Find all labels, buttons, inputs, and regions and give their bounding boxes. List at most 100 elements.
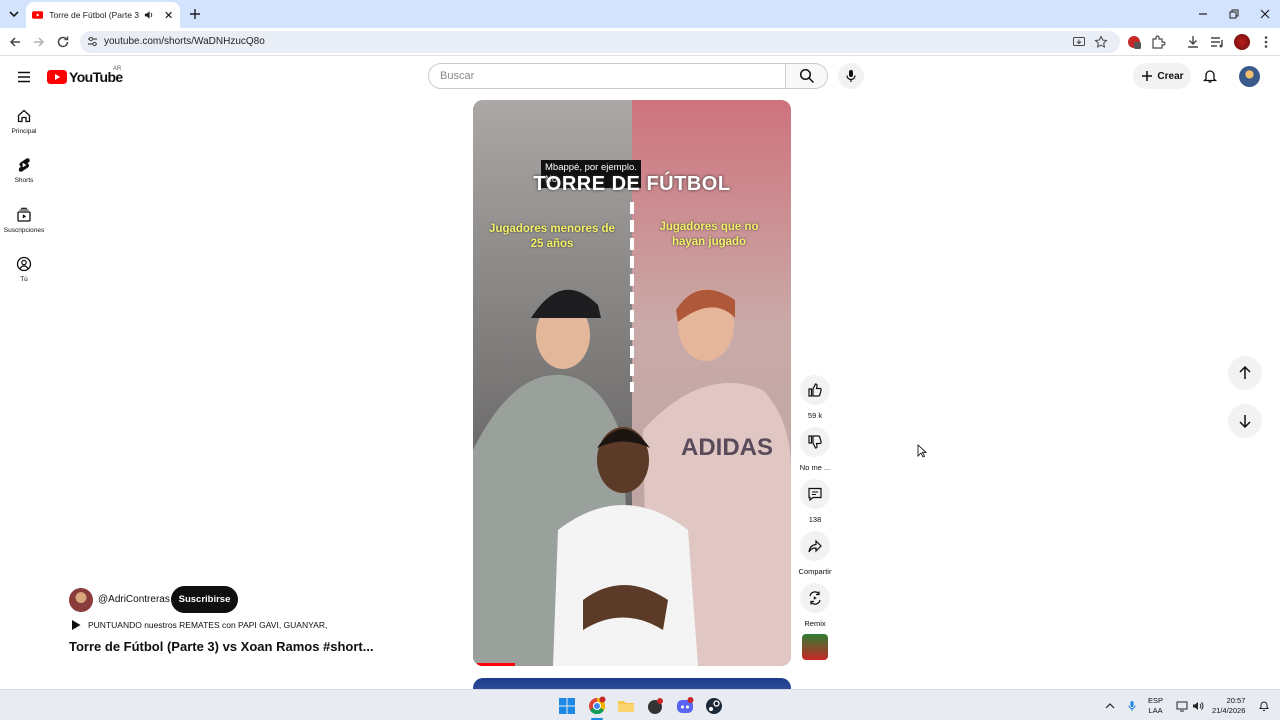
- audio-track-title: PUNTUANDO nuestros REMATES con PAPI GAVI…: [88, 620, 328, 630]
- left-category-label: Jugadores menores de 25 años: [489, 223, 615, 250]
- svg-text:ADIDAS: ADIDAS: [681, 434, 773, 461]
- tab-close-icon[interactable]: [163, 9, 174, 21]
- comments-action[interactable]: 138: [797, 479, 833, 524]
- profile-avatar-icon[interactable]: [1234, 34, 1250, 50]
- sidebar-item-subscriptions[interactable]: Suscripciones: [0, 207, 48, 234]
- forward-icon[interactable]: [31, 34, 47, 50]
- like-action[interactable]: 59 k: [797, 375, 833, 420]
- audio-playing-icon[interactable]: [143, 9, 154, 21]
- comments-count: 138: [808, 515, 822, 524]
- back-icon[interactable]: [7, 34, 23, 50]
- remix-action[interactable]: Remix: [797, 583, 833, 628]
- voice-search-button[interactable]: [838, 63, 864, 89]
- url-text: youtube.com/shorts/WaDNHzucQ8o: [104, 36, 265, 47]
- subscriptions-icon: [17, 207, 31, 222]
- video-overlay-title: TORRE DE FÚTBOL: [533, 173, 731, 195]
- previous-short-button[interactable]: [1228, 356, 1262, 390]
- audio-track-link[interactable]: PUNTUANDO nuestros REMATES con PAPI GAVI…: [70, 619, 327, 631]
- search-input[interactable]: [428, 63, 786, 89]
- arrow-down-icon: [1239, 415, 1251, 429]
- remix-icon: [809, 591, 821, 605]
- extension-red-icon[interactable]: [1126, 34, 1142, 50]
- minimize-icon[interactable]: [1196, 7, 1210, 21]
- create-button[interactable]: Crear: [1133, 63, 1191, 89]
- new-tab-icon[interactable]: [188, 7, 202, 21]
- comment-icon: [808, 487, 822, 502]
- sidebar-item-label: Principal: [11, 128, 37, 135]
- plus-icon: [1142, 71, 1153, 81]
- arrow-up-icon: [1239, 365, 1251, 379]
- thumbs-down-icon: [808, 435, 822, 449]
- share-action[interactable]: Compartir: [797, 531, 833, 576]
- tray-expand-chevron-icon[interactable]: [1104, 700, 1116, 712]
- youtube-play-logo-icon: [47, 70, 67, 84]
- browser-menu-icon[interactable]: [1258, 34, 1274, 50]
- video-people-illustration: ADIDAS: [473, 289, 791, 666]
- tab-title: Torre de Fútbol (Parte 3) vs: [49, 10, 140, 20]
- video-progress-bar[interactable]: [477, 663, 515, 666]
- you-icon: [16, 256, 32, 272]
- play-icon: [72, 620, 81, 630]
- app-dark-icon[interactable]: [645, 696, 665, 716]
- search-icon: [799, 68, 814, 84]
- next-short-button[interactable]: [1228, 404, 1262, 438]
- country-code: AR: [113, 66, 122, 72]
- remix-label: Remix: [804, 619, 826, 628]
- sidebar-item-label: Shorts: [14, 177, 34, 184]
- share-icon: [808, 539, 822, 553]
- mouse-cursor-icon: [917, 444, 927, 458]
- steam-icon[interactable]: [704, 696, 724, 716]
- notifications-bell-icon[interactable]: [1202, 68, 1218, 84]
- sidebar-item-label: Tú: [20, 276, 28, 283]
- short-title[interactable]: Torre de Fútbol (Parte 3) vs Xoan Ramos …: [69, 639, 374, 654]
- install-app-icon[interactable]: [1072, 35, 1086, 49]
- audio-source-thumbnail[interactable]: [802, 634, 828, 660]
- os-taskbar: ESP LAA 20:57 21/4/2026: [0, 689, 1280, 720]
- sidebar-item-you[interactable]: Tú: [0, 256, 48, 283]
- media-control-icon[interactable]: [1209, 34, 1225, 50]
- windows-start-icon[interactable]: [557, 696, 577, 716]
- downloads-icon[interactable]: [1185, 34, 1201, 50]
- sidebar-item-shorts[interactable]: Shorts: [0, 157, 48, 184]
- channel-avatar[interactable]: [69, 588, 93, 612]
- share-label: Compartir: [798, 567, 832, 576]
- network-icon[interactable]: [1176, 700, 1188, 712]
- notification-center-icon[interactable]: [1258, 700, 1270, 712]
- create-label: Crear: [1157, 70, 1184, 82]
- browser-tab-active[interactable]: Torre de Fútbol (Parte 3) vs: [26, 2, 180, 28]
- window-close-icon[interactable]: [1258, 7, 1272, 21]
- chrome-icon[interactable]: [587, 696, 607, 716]
- channel-handle[interactable]: @AdriContreras: [98, 594, 170, 605]
- tab-search-chevron-icon[interactable]: [6, 6, 22, 22]
- subscribe-button[interactable]: Suscribirse: [171, 586, 238, 613]
- thumbs-up-icon: [808, 383, 822, 397]
- youtube-logo[interactable]: YouTube AR: [47, 66, 123, 85]
- keyboard-layout: LAA: [1148, 706, 1163, 715]
- clock-date: 21/4/2026: [1212, 706, 1246, 715]
- volume-icon[interactable]: [1192, 700, 1204, 712]
- input-language-indicator[interactable]: ESP LAA: [1148, 696, 1163, 716]
- dislike-label: No me ...: [799, 463, 831, 472]
- discord-icon[interactable]: [675, 696, 695, 716]
- extensions-puzzle-icon[interactable]: [1150, 34, 1166, 50]
- right-category-label: Jugadores que no hayan jugado: [659, 221, 759, 248]
- sidebar-item-label: Suscripciones: [3, 227, 45, 234]
- address-bar[interactable]: youtube.com/shorts/WaDNHzucQ8o: [80, 31, 1120, 53]
- short-video-player[interactable]: Mbappé, por ejemplo. No TORRE DE FÚTBOL …: [473, 100, 791, 666]
- restore-icon[interactable]: [1227, 7, 1241, 21]
- sidebar-item-home[interactable]: Principal: [0, 108, 48, 135]
- clock-time: 20:57: [1226, 696, 1246, 705]
- reload-icon[interactable]: [55, 34, 71, 50]
- file-explorer-icon[interactable]: [616, 696, 636, 716]
- site-info-icon[interactable]: [86, 35, 99, 48]
- tray-microphone-icon[interactable]: [1126, 700, 1138, 712]
- search-button[interactable]: [786, 63, 828, 89]
- system-clock[interactable]: 20:57 21/4/2026: [1212, 696, 1245, 716]
- dislike-action[interactable]: No me ...: [797, 427, 833, 472]
- browser-toolbar: youtube.com/shorts/WaDNHzucQ8o: [0, 28, 1280, 56]
- hamburger-menu-icon[interactable]: [16, 69, 32, 85]
- user-avatar[interactable]: [1239, 66, 1260, 87]
- language-code: ESP: [1148, 696, 1164, 705]
- home-icon: [17, 109, 31, 123]
- bookmark-star-icon[interactable]: [1094, 35, 1108, 49]
